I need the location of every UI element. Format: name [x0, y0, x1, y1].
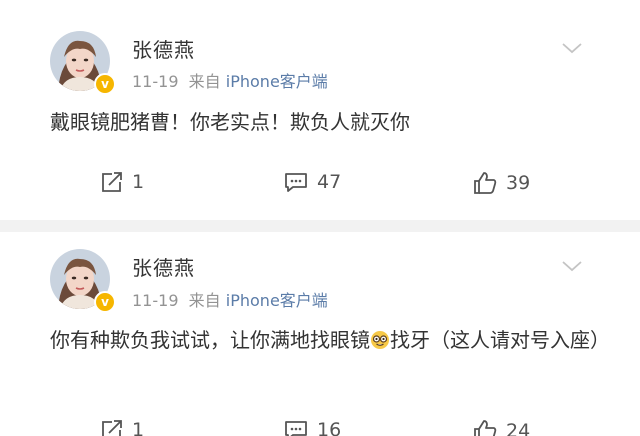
like-count: 24: [506, 420, 531, 436]
repost-count: 1: [132, 171, 145, 193]
post-source[interactable]: iPhone客户端: [226, 291, 328, 310]
post-text: 戴眼镜肥猪曹！你老实点！欺负人就灭你: [50, 110, 410, 134]
source-prefix: 来自: [188, 291, 221, 310]
weibo-post-2: v 张德燕 11-19 来自 iPhone客户端 你有种欺负我试试，让你满地找眼…: [0, 232, 640, 436]
post-meta: 11-19 来自 iPhone客户端: [132, 287, 328, 311]
comment-button[interactable]: 16: [283, 419, 341, 436]
comment-count: 47: [317, 171, 342, 193]
verified-badge-icon: v: [94, 73, 116, 95]
source-prefix: 来自: [188, 72, 221, 91]
comment-icon: [285, 173, 307, 192]
comment-count: 16: [317, 419, 342, 436]
comment-button[interactable]: 47: [283, 171, 341, 193]
weibo-post-1: v 张德燕 11-19 来自 iPhone客户端 戴眼镜肥猪曹！你老实点！欺负人…: [0, 0, 640, 220]
repost-button[interactable]: 1: [100, 171, 144, 193]
repost-icon: [102, 420, 122, 436]
like-count: 39: [506, 172, 531, 194]
username[interactable]: 张德燕: [132, 34, 195, 63]
username[interactable]: 张德燕: [132, 252, 195, 281]
action-bar: 1 16 24: [0, 415, 640, 436]
post-source[interactable]: iPhone客户端: [226, 72, 328, 91]
chevron-down-icon[interactable]: [560, 258, 584, 274]
avatar[interactable]: v: [50, 249, 116, 313]
avatar[interactable]: v: [50, 31, 116, 95]
post-date: 11-19: [132, 72, 179, 91]
post-text-part: 你有种欺负我试试，让你满地找眼镜: [50, 328, 370, 352]
repost-count: 1: [132, 419, 145, 436]
like-button[interactable]: 39: [472, 171, 530, 195]
post-text-part: 找牙（这人请对号入座）: [390, 328, 610, 352]
post-date: 11-19: [132, 291, 179, 310]
repost-button[interactable]: 1: [100, 419, 144, 436]
chevron-down-icon[interactable]: [560, 40, 584, 56]
action-bar: 1 47 39: [0, 163, 640, 203]
post-meta: 11-19 来自 iPhone客户端: [132, 68, 328, 92]
comment-icon: [285, 421, 307, 436]
nerd-face-emoji: [371, 331, 389, 349]
like-button[interactable]: 24: [472, 419, 530, 436]
like-icon: [474, 172, 497, 194]
repost-icon: [102, 172, 122, 192]
like-icon: [474, 420, 497, 436]
verified-badge-icon: v: [94, 291, 116, 313]
post-text: 你有种欺负我试试，让你满地找眼镜 找牙（这人请对号入座）: [50, 324, 625, 356]
